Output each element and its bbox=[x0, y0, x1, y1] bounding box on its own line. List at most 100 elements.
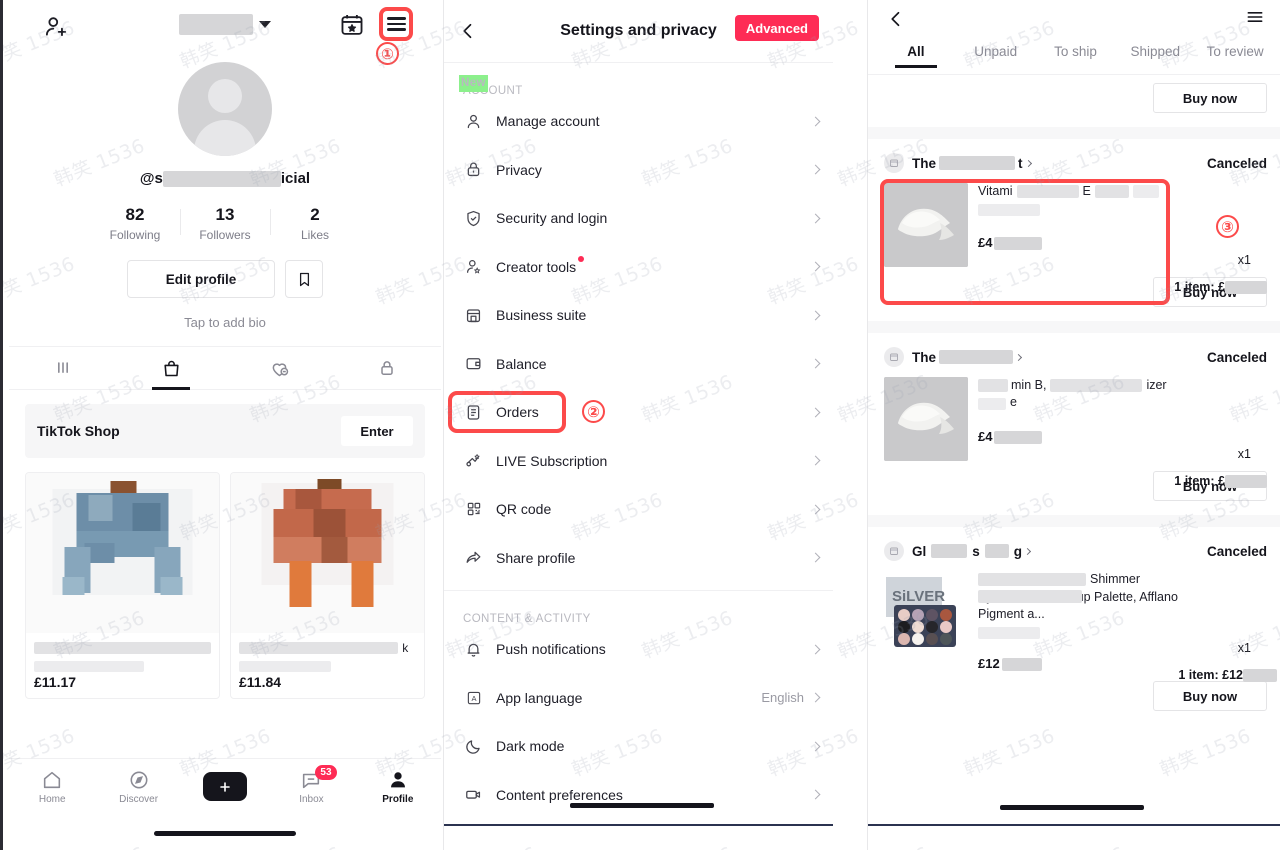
settings-row-creator-tools[interactable]: Creator tools bbox=[444, 243, 833, 292]
bell-icon bbox=[463, 639, 484, 660]
chevron-left-icon[interactable] bbox=[886, 9, 906, 29]
order-shop-row[interactable]: The t Canceled bbox=[884, 153, 1267, 173]
tab-reposts[interactable] bbox=[225, 347, 333, 389]
settings-row-dark-mode[interactable]: Dark mode bbox=[444, 722, 833, 771]
page-title: Settings and privacy bbox=[560, 22, 717, 39]
settings-row-push-notifications[interactable]: Push notifications bbox=[444, 625, 833, 674]
settings-row-share-profile[interactable]: Share profile bbox=[444, 534, 833, 583]
advanced-button[interactable]: Advanced bbox=[734, 15, 819, 41]
wallet-icon bbox=[463, 353, 484, 374]
tab-shop[interactable] bbox=[117, 347, 225, 389]
add-user-icon[interactable] bbox=[43, 14, 69, 40]
tabbar-item-inbox[interactable]: 53 Inbox bbox=[268, 764, 354, 805]
plus-icon[interactable] bbox=[199, 772, 252, 801]
settings-row-security-and-login[interactable]: Security and login bbox=[444, 194, 833, 243]
screenshot-root: ① @s icial 82 Following 13 Followers 2 Li… bbox=[0, 0, 1280, 850]
profile-header: ① bbox=[9, 0, 441, 65]
chevron-right-icon bbox=[810, 455, 821, 466]
live-sub-icon bbox=[463, 450, 484, 471]
chevron-right-icon bbox=[810, 261, 821, 272]
product-price: £4 bbox=[978, 429, 1183, 445]
tab-private[interactable] bbox=[333, 347, 441, 389]
settings-row-qr-code[interactable]: QR code bbox=[444, 485, 833, 534]
svg-text:A: A bbox=[471, 694, 476, 703]
chevron-right-icon bbox=[1023, 547, 1032, 555]
order-shop-row[interactable]: The Canceled bbox=[884, 347, 1267, 367]
settings-row-label: Dark mode bbox=[496, 738, 565, 755]
orders-tab-to-review[interactable]: To review bbox=[1195, 44, 1275, 68]
settings-row-content-preferences[interactable]: Content preferences bbox=[444, 771, 833, 820]
order-shop-row[interactable]: Gl s g Canceled bbox=[884, 541, 1267, 561]
chevron-left-icon[interactable] bbox=[458, 21, 478, 41]
hamburger-menu-icon[interactable] bbox=[1245, 7, 1265, 32]
settings-row-label: Privacy bbox=[496, 161, 542, 178]
settings-header: Settings and privacy Advanced bbox=[444, 0, 833, 62]
shield-check-icon bbox=[463, 208, 484, 229]
shop-name-redacted bbox=[939, 156, 1016, 170]
chevron-right-icon bbox=[810, 644, 821, 655]
product-title-redacted: k bbox=[239, 639, 416, 673]
tabbar-item-home[interactable]: Home bbox=[9, 769, 95, 805]
silver-eyeshadow-palette[interactable]: SiLVER bbox=[884, 571, 968, 655]
product-price: £11.84 bbox=[239, 674, 282, 691]
order-card-partial: Buy now bbox=[868, 75, 1280, 127]
order-actions: Buy now bbox=[884, 681, 1267, 712]
white-cream-swatch[interactable] bbox=[884, 183, 968, 267]
product-price: £12 bbox=[978, 656, 1183, 672]
stat-likes[interactable]: 2 Likes bbox=[270, 205, 360, 242]
tiktok-shop-bar: TikTok Shop Enter bbox=[25, 404, 425, 459]
tabbar-item-create[interactable] bbox=[182, 772, 268, 801]
stat-followers[interactable]: 13 Followers bbox=[180, 205, 270, 242]
buy-now-button[interactable]: Buy now bbox=[1153, 83, 1267, 113]
white-cream-swatch[interactable] bbox=[884, 377, 968, 461]
tiktok-profile-panel: ① @s icial 82 Following 13 Followers 2 Li… bbox=[9, 0, 441, 850]
settings-row-label: QR code bbox=[496, 501, 552, 518]
heart-repost-icon bbox=[272, 362, 288, 376]
username-dropdown[interactable] bbox=[179, 14, 271, 35]
tabbar-label: Home bbox=[38, 793, 66, 805]
tabbar-item-discover[interactable]: Discover bbox=[95, 769, 181, 805]
settings-row-business-suite[interactable]: Business suite bbox=[444, 291, 833, 340]
buy-now-button[interactable]: Buy now bbox=[1153, 681, 1267, 712]
shop-name-suffix: g bbox=[1013, 543, 1023, 559]
orders-tab-to-ship[interactable]: To ship bbox=[1036, 44, 1116, 68]
chevron-right-icon bbox=[810, 741, 821, 752]
product-card[interactable]: £11.17 bbox=[25, 472, 220, 700]
settings-row-privacy[interactable]: Privacy bbox=[444, 146, 833, 195]
tabbar-item-profile[interactable]: Profile bbox=[355, 769, 441, 805]
tab-posts[interactable] bbox=[9, 347, 117, 389]
orders-tab-unpaid[interactable]: Unpaid bbox=[956, 44, 1036, 68]
order-status-badge: Canceled bbox=[1206, 155, 1267, 171]
price-prefix: £4 bbox=[978, 235, 993, 250]
tabbar-label: Discover bbox=[119, 793, 159, 805]
shop-avatar-icon bbox=[884, 347, 904, 367]
orders-tab-shipped[interactable]: Shipped bbox=[1115, 44, 1195, 68]
edit-profile-button[interactable]: Edit profile bbox=[127, 260, 275, 299]
order-card: The Canceled min B, izer e £4 x1 1 item:… bbox=[868, 333, 1280, 515]
row-right bbox=[810, 455, 821, 466]
orders-tab-all[interactable]: All bbox=[876, 44, 956, 68]
bio-placeholder[interactable]: Tap to add bio bbox=[9, 315, 441, 330]
orders-panel: All Unpaid To ship Shipped To review Buy… bbox=[867, 0, 1280, 850]
product-price: £4 bbox=[978, 235, 1183, 251]
stat-following[interactable]: 82 Following bbox=[90, 205, 180, 242]
settings-row-orders[interactable]: Orders ② bbox=[444, 388, 833, 437]
price-prefix: £12 bbox=[978, 656, 1000, 671]
settings-row-manage-account[interactable]: Manage account bbox=[444, 97, 833, 146]
shop-enter-button[interactable]: Enter bbox=[341, 416, 413, 447]
profile-handle: @s icial bbox=[9, 170, 441, 188]
handle-suffix: icial bbox=[280, 170, 311, 187]
hamburger-menu-icon bbox=[386, 14, 406, 35]
hamburger-menu-button[interactable] bbox=[379, 7, 413, 41]
calendar-star-icon[interactable] bbox=[339, 12, 365, 38]
row-right bbox=[810, 644, 821, 655]
avatar[interactable] bbox=[178, 62, 272, 156]
product-card[interactable]: k £11.84 bbox=[230, 472, 425, 700]
bookmark-icon bbox=[299, 272, 309, 286]
orders-filter-tabs: All Unpaid To ship Shipped To review bbox=[868, 38, 1280, 74]
settings-row-live-subscription[interactable]: LIVE Subscription bbox=[444, 437, 833, 486]
bookmark-button[interactable] bbox=[285, 260, 323, 299]
settings-row-app-language[interactable]: A App language English bbox=[444, 674, 833, 723]
order-status-badge: Canceled bbox=[1206, 349, 1267, 365]
settings-row-balance[interactable]: Balance bbox=[444, 340, 833, 389]
